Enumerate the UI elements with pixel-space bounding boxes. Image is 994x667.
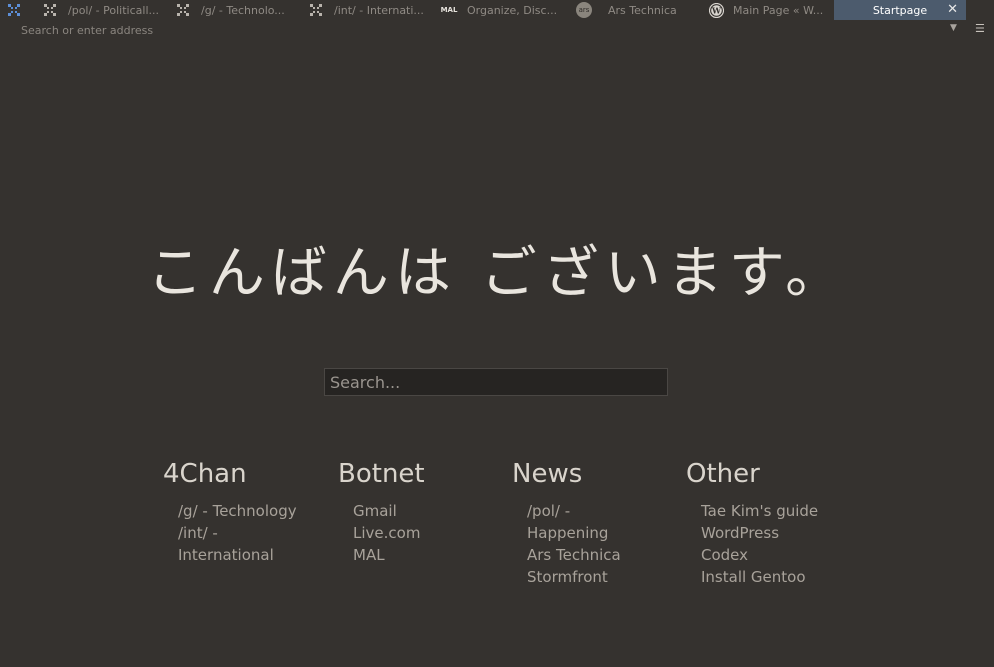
address-bar — [0, 20, 994, 40]
greeting-heading: こんばんは ございます。 — [146, 241, 848, 306]
tab-label: /pol/ - Politicall... — [68, 3, 159, 17]
tab-wordpress[interactable]: W Main Page « W... — [709, 0, 827, 20]
list-item: Install Gentoo — [701, 566, 826, 588]
tab-mal[interactable]: MAL Organize, Disc... — [441, 0, 563, 20]
tab-int[interactable]: /int/ - Internati... — [310, 0, 430, 20]
list-item: Stormfront — [527, 566, 652, 588]
list-item: Tae Kim's guide — [701, 500, 826, 522]
list-item: /pol/ - Happening — [527, 500, 652, 544]
tab-label: Startpage — [872, 3, 928, 17]
column-heading: News — [512, 459, 583, 489]
mal-icon: MAL — [441, 6, 458, 14]
fourchan-icon — [310, 4, 322, 16]
list-item: MAL — [353, 544, 478, 566]
wordpress-icon: W — [709, 2, 724, 18]
menu-icon[interactable]: ☰ — [975, 22, 985, 35]
close-tab-icon[interactable]: ✕ — [947, 2, 958, 17]
column-other: Other Tae Kim's guide WordPress Codex In… — [686, 457, 856, 588]
column-news: News /pol/ - Happening Ars Technica Stor… — [512, 457, 682, 588]
column-heading: Botnet — [338, 459, 425, 489]
tab-label: Ars Technica — [608, 3, 677, 17]
link-wordpress-codex[interactable]: WordPress Codex — [701, 524, 779, 564]
link-ars-technica[interactable]: Ars Technica — [527, 546, 621, 564]
link-mal[interactable]: MAL — [353, 546, 385, 564]
fourchan-icon — [44, 4, 56, 16]
svg-text:W: W — [711, 5, 722, 15]
column-4chan: 4Chan /g/ - Technology /int/ - Internati… — [163, 457, 333, 566]
column-heading: 4Chan — [163, 459, 247, 489]
list-item: WordPress Codex — [701, 522, 826, 566]
fourchan-icon — [8, 4, 20, 16]
link-install-gentoo[interactable]: Install Gentoo — [701, 568, 806, 586]
link-list: /g/ - Technology /int/ - International — [178, 500, 303, 566]
tab-fourchan-home[interactable] — [8, 0, 28, 20]
link-int-international[interactable]: /int/ - International — [178, 524, 274, 564]
link-pol-happening[interactable]: /pol/ - Happening — [527, 502, 608, 542]
link-gmail[interactable]: Gmail — [353, 502, 397, 520]
link-stormfront[interactable]: Stormfront — [527, 568, 608, 586]
fourchan-icon — [177, 4, 189, 16]
link-list: /pol/ - Happening Ars Technica Stormfron… — [527, 500, 652, 588]
ars-icon: ars — [576, 2, 592, 18]
address-input[interactable] — [21, 22, 921, 38]
tab-pol[interactable]: /pol/ - Politicall... — [44, 0, 164, 20]
tab-label: Organize, Disc... — [467, 3, 558, 17]
list-item: Live.com — [353, 522, 478, 544]
tab-label: /int/ - Internati... — [334, 3, 424, 17]
tab-bar: /pol/ - Politicall... /g/ - Technolo... … — [0, 0, 994, 20]
list-item: /g/ - Technology — [178, 500, 303, 522]
tab-label: Main Page « W... — [733, 3, 824, 17]
tab-g[interactable]: /g/ - Technolo... — [177, 0, 297, 20]
list-item: Gmail — [353, 500, 478, 522]
tab-ars-technica[interactable]: ars Ars Technica — [576, 0, 696, 20]
link-g-technology[interactable]: /g/ - Technology — [178, 502, 297, 520]
link-live[interactable]: Live.com — [353, 524, 420, 542]
list-item: /int/ - International — [178, 522, 303, 566]
link-tae-kim[interactable]: Tae Kim's guide — [701, 502, 818, 520]
column-heading: Other — [686, 459, 760, 489]
tab-startpage[interactable]: Startpage ✕ — [834, 0, 966, 20]
search-input[interactable] — [324, 368, 668, 396]
tab-label: /g/ - Technolo... — [201, 3, 285, 17]
pin-icon[interactable]: ▼ — [950, 23, 957, 33]
link-list: Gmail Live.com MAL — [353, 500, 478, 566]
column-botnet: Botnet Gmail Live.com MAL — [338, 457, 508, 566]
link-list: Tae Kim's guide WordPress Codex Install … — [701, 500, 826, 588]
list-item: Ars Technica — [527, 544, 652, 566]
